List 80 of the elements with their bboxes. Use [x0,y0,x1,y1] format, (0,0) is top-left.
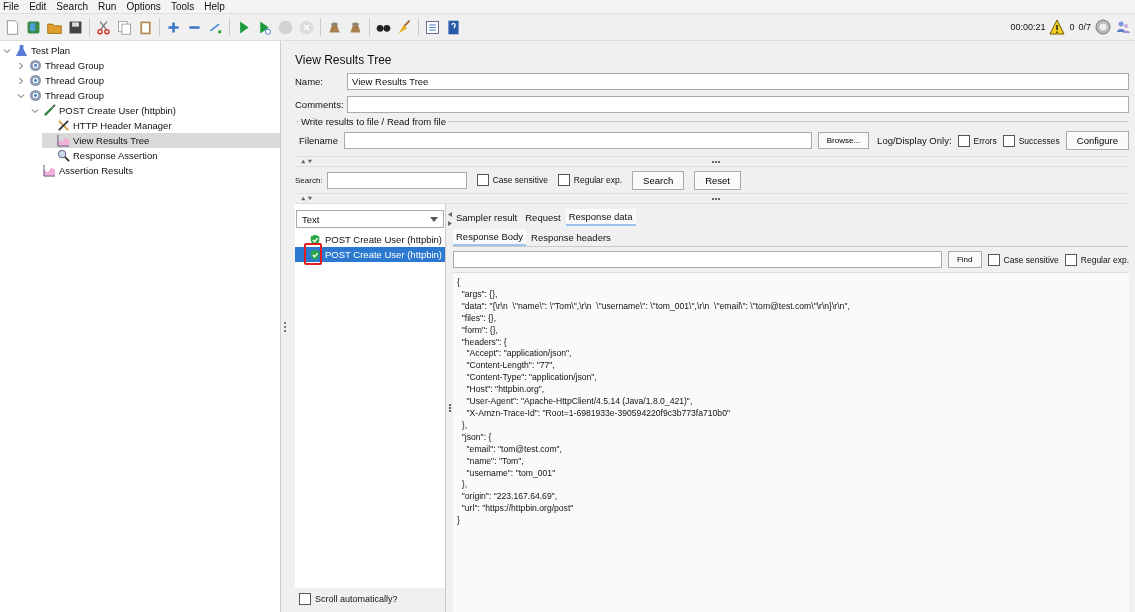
flask-icon [15,44,28,57]
magnifier-icon [57,149,70,162]
tab[interactable]: Sampler result [453,209,521,225]
gear-icon [29,74,42,87]
checkbox[interactable]: Case sensitive [987,253,1059,266]
tree-item[interactable]: Thread Group [14,73,280,88]
checkbox[interactable]: Successes [1002,134,1060,147]
configure-button[interactable]: Configure [1065,131,1129,150]
help-icon[interactable] [445,18,462,36]
collapse-arrows-icon[interactable] [447,212,452,226]
menu-item[interactable]: Tools [170,1,195,12]
checkbox[interactable]: Case sensitive [476,174,548,186]
find-button[interactable]: Find [947,251,982,268]
document-icon[interactable] [4,18,21,36]
tree-item[interactable]: Response Assertion [42,148,280,163]
search-field[interactable] [326,171,467,189]
list-icon[interactable] [424,18,441,36]
panel-title: View Results Tree [295,53,393,67]
renderer-dropdown[interactable]: Text [296,210,444,228]
tree-item[interactable]: Thread Group [14,58,280,73]
menu-item[interactable]: Search [56,1,89,12]
chevron-down-icon[interactable] [3,46,11,55]
pipette-icon [43,104,56,117]
shield-check-icon [309,233,321,246]
menu-item[interactable]: Help [204,1,225,12]
tree-item[interactable]: Thread Group [14,88,280,103]
gear-icon [29,89,42,102]
scissors-icon[interactable] [95,18,112,36]
warning-count: 0 [1069,22,1075,32]
checkbox[interactable]: Regular exp. [557,174,623,186]
field-label: Name: [295,76,324,87]
tab[interactable]: Response data [565,208,636,226]
name-field[interactable]: View Results Tree [347,73,1129,90]
browse-button[interactable]: Browse... [817,132,870,149]
reset-button[interactable]: Reset [694,170,741,190]
tab[interactable]: Response Body [453,228,527,246]
broom-icon[interactable] [396,18,413,36]
tree-item[interactable]: View Results Tree [42,133,280,148]
thread-count: 0/7 [1078,22,1091,32]
warning-icon[interactable] [1049,19,1066,35]
result-item[interactable]: POST Create User (httpbin) [295,232,445,247]
splitter-handle[interactable] [712,160,720,163]
field-label: Search: [295,175,323,185]
collapse-arrows-icon[interactable] [299,196,315,201]
tree-item[interactable]: Test Plan [0,43,280,58]
menu-item[interactable]: File [3,1,20,12]
tree-item[interactable]: POST Create User (httpbin) [28,103,280,118]
tab[interactable]: Request [522,209,564,225]
splitter-handle[interactable] [284,321,286,332]
menu-item[interactable]: Options [126,1,161,12]
chart-icon [43,164,56,177]
chart-icon [57,134,70,147]
find-field[interactable] [453,251,942,268]
checkbox[interactable]: Regular exp. [1064,253,1129,266]
search-button[interactable]: Search [632,170,685,190]
comments-field[interactable] [347,96,1129,113]
field-label: Log/Display Only: [877,135,952,146]
elapsed-time: 00:00:21 [1010,22,1046,32]
menu-item[interactable]: Run [98,1,117,12]
menu-item[interactable]: Edit [29,1,47,12]
tree-item[interactable]: HTTP Header Manager [42,118,280,133]
tab[interactable]: Response headers [528,229,614,245]
gear-icon [29,59,42,72]
dropdown-arrow-icon[interactable] [430,216,438,222]
people-icon[interactable] [1115,19,1131,35]
splitter-handle[interactable] [448,404,451,412]
circle-icon[interactable] [1095,19,1111,35]
tree-item[interactable]: Assertion Results [28,163,280,178]
result-item[interactable]: POST Create User (httpbin) [295,247,445,262]
group-title: Write results to file / Read from file [299,116,448,127]
shield-check-icon [309,248,321,261]
splitter-handle[interactable] [712,197,720,200]
copy-icon[interactable] [116,18,133,36]
field-label: Comments: [295,99,345,110]
response-body: { "args": {}, "data": "{\r\n \"name\": \"Tom\",\r\n \"username\": \"tom_001\",\r\n \"email\": \"tom@test.com\"\r\n}\r\n", "files": {}, "form": {}, "headers": { "Accept": "application/json", "Content-Length": "77", "Content-Type": "application/json", "Host": "httpbin.org", "User-Agent": "Apache-HttpClient/4.5.14 (Java/1.8.0_421)", "X-Amzn-Trace-Id": "Root=1-6981933e-390594220f9c3b773fa710b0" }, "json": { "email": "tom@test.com", "name": "Tom", "username": "tom_001" }, "origin": "223.167.64.69", "url": "https://httpbin.org/post" } [453,272,1129,612]
collapse-arrows-icon[interactable] [299,159,315,164]
checkbox[interactable]: Errors [957,134,997,147]
filename-field[interactable] [344,132,812,149]
field-label: Filename [299,135,339,146]
tools-icon [57,119,70,132]
